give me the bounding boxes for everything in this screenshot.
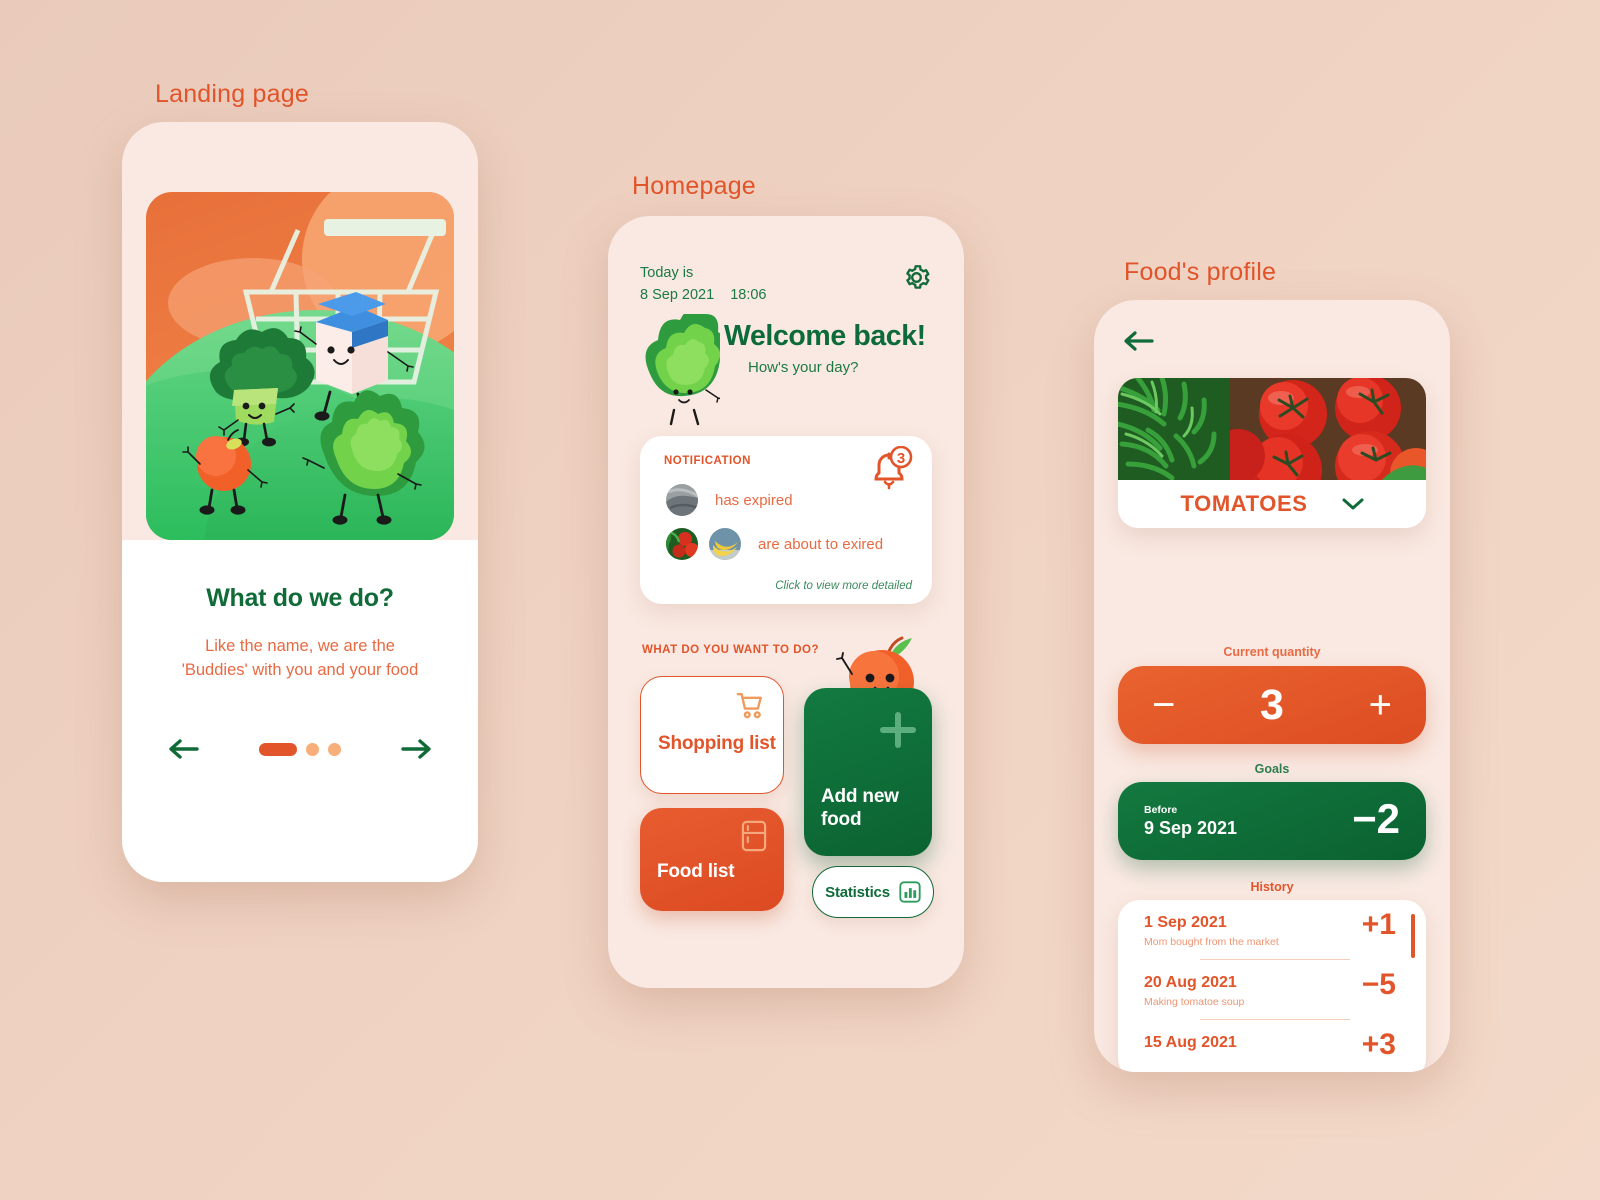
notification-bell[interactable]: 3 <box>862 445 914 499</box>
notification-text-1: has expired <box>715 491 793 509</box>
bananas-image <box>709 528 741 560</box>
tomatoes-image <box>666 528 698 560</box>
goal-delta: −2 <box>1352 795 1400 842</box>
history-label: History <box>1250 880 1294 894</box>
gear-icon <box>906 265 930 289</box>
shopping-list-label: Shopping list <box>658 733 776 754</box>
goal-card[interactable]: Before 9 Sep 2021 −2 <box>1118 782 1426 860</box>
caption-homepage: Homepage <box>632 172 756 200</box>
quantity-stepper[interactable]: − 3 + <box>1118 666 1426 744</box>
next-arrow-button[interactable] <box>397 732 437 766</box>
welcome-title: Welcome back! <box>724 320 926 352</box>
settings-button[interactable] <box>903 264 930 296</box>
refrigerator-icon <box>741 820 767 852</box>
food-name: TOMATOES <box>1180 491 1308 516</box>
food-list-label: Food list <box>657 861 735 882</box>
lettuce-character <box>302 390 425 525</box>
tomatoes-thumbnail <box>666 528 698 560</box>
landing-title: What do we do? <box>206 584 394 612</box>
food-list-tile[interactable]: Food list <box>640 808 784 911</box>
arrow-right-icon <box>401 739 431 759</box>
previous-arrow-button[interactable] <box>163 732 203 766</box>
history-row[interactable]: 20 Aug 2021 Making tomatoe soup −5 <box>1118 960 1426 1020</box>
actions-heading: WHAT DO YOU WANT TO DO? <box>642 644 819 656</box>
history-delta: +1 <box>1361 908 1396 941</box>
notification-more-link[interactable]: Click to view more detailed <box>775 580 912 592</box>
hero-characters <box>182 219 446 525</box>
bell-icon: 3 <box>874 445 913 490</box>
history-delta: −5 <box>1361 968 1396 1001</box>
notification-text-2: are about to exired <box>758 535 884 553</box>
decrement-button[interactable]: − <box>1152 685 1175 725</box>
carousel-dot-2[interactable] <box>306 742 319 756</box>
shopping-list-tile[interactable]: Shopping list <box>640 676 784 794</box>
food-photo <box>1118 378 1426 480</box>
landing-navigation <box>122 732 478 766</box>
current-quantity-label: Current quantity <box>1223 645 1321 659</box>
carousel-dot-3[interactable] <box>328 742 341 756</box>
notification-item-2[interactable]: are about to exired <box>666 528 883 560</box>
increment-button[interactable]: + <box>1369 685 1392 725</box>
fish-image <box>666 484 698 516</box>
welcome-subtitle: How's your day? <box>748 359 859 376</box>
welcome-block: Welcome back! How's your day? <box>634 314 940 426</box>
caption-foods-profile: Food's profile <box>1124 258 1277 286</box>
goal-before-label: Before <box>1144 804 1178 816</box>
add-new-food-tile[interactable]: Add new food <box>804 688 932 856</box>
fish-thumbnail <box>666 484 698 516</box>
broccoli-character <box>209 328 315 447</box>
statistics-label: Statistics <box>825 883 890 901</box>
phone-landing-page: What do we do? Like the name, we are the… <box>122 122 478 882</box>
plus-icon <box>880 712 916 748</box>
notification-card[interactable]: NOTIFICATION 3 has expired are about to … <box>640 436 932 604</box>
quantity-value: 3 <box>1260 680 1284 729</box>
today-date: 8 Sep 2021 <box>640 287 715 304</box>
food-name-bar[interactable]: TOMATOES <box>1118 480 1426 528</box>
phone-foods-profile: TOMATOES Current quantity − 3 + Goals Be… <box>1094 300 1450 1072</box>
add-new-food-label: Add new food <box>821 786 899 830</box>
landing-body: What do we do? Like the name, we are the… <box>122 540 478 882</box>
history-scrollbar[interactable] <box>1411 914 1415 958</box>
arrow-left-icon <box>169 739 199 759</box>
orange-character <box>182 429 268 515</box>
statistics-tile[interactable]: Statistics <box>812 866 934 918</box>
shopping-cart-icon <box>736 692 762 719</box>
goals-label: Goals <box>1254 762 1290 776</box>
history-delta: +3 <box>1361 1028 1396 1061</box>
history-row[interactable]: 1 Sep 2021 Mom bought from the market +1 <box>1118 900 1426 960</box>
carousel-dots <box>259 742 341 756</box>
tomatoes-photo <box>1118 378 1426 480</box>
landing-subtitle: Like the name, we are the 'Buddies' with… <box>181 637 419 679</box>
goal-date: 9 Sep 2021 <box>1144 818 1238 838</box>
history-row[interactable]: 15 Aug 2021 +3 <box>1118 1020 1426 1061</box>
bananas-thumbnail <box>709 528 741 560</box>
welcome-text: Welcome back! How's your day? <box>724 320 926 376</box>
back-button[interactable] <box>1122 330 1154 357</box>
notification-item-1[interactable]: has expired <box>666 484 793 516</box>
bar-chart-icon <box>899 881 921 903</box>
arrow-left-icon <box>1124 331 1154 351</box>
chevron-down-icon[interactable] <box>1342 497 1364 511</box>
basket-handle <box>324 219 446 236</box>
history-card[interactable]: 1 Sep 2021 Mom bought from the market +1… <box>1118 900 1426 1072</box>
notification-badge-count: 3 <box>897 450 905 467</box>
caption-landing-page: Landing page <box>155 80 309 108</box>
food-card: TOMATOES <box>1118 378 1426 528</box>
lettuce-mascot-icon <box>645 314 720 426</box>
phone-homepage: Today is 8 Sep 2021 18:06 Welcome back! … <box>608 216 964 988</box>
notification-heading: NOTIFICATION <box>664 455 751 467</box>
landing-hero-illustration <box>146 192 454 540</box>
today-label: Today is <box>640 265 694 281</box>
today-time: 18:06 <box>730 287 767 304</box>
today-block: Today is 8 Sep 2021 18:06 <box>640 262 766 307</box>
carousel-dot-1[interactable] <box>259 742 297 756</box>
